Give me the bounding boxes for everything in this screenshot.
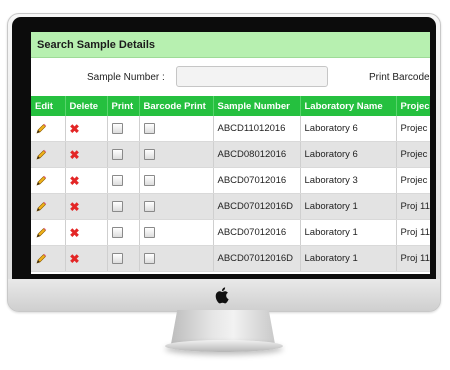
- delete-cell: ✖: [65, 167, 108, 194]
- edit-cell: [31, 141, 66, 168]
- print-cell: [107, 193, 140, 220]
- sample-number-cell: ABCD07012016D: [213, 193, 301, 220]
- barcode-print-checkbox[interactable]: [143, 226, 155, 238]
- barcode-print-checkbox[interactable]: [143, 174, 155, 186]
- monitor-frame: Search Sample Details Sample Number : Pr…: [7, 13, 441, 312]
- sample-number-label: Sample Number :: [87, 72, 165, 83]
- sample-number-cell: ABCD08012016: [213, 141, 301, 168]
- print-checkbox[interactable]: [111, 174, 123, 186]
- delete-cell: ✖: [65, 219, 108, 246]
- col-delete: Delete: [65, 96, 108, 116]
- print-checkbox[interactable]: [111, 252, 123, 264]
- barcode-print-cell: [139, 167, 214, 194]
- laboratory-name-cell: Laboratory 3: [300, 167, 397, 194]
- print-barcode-label: Print Barcode: [369, 72, 430, 83]
- print-checkbox[interactable]: [111, 148, 123, 160]
- col-project: Projec: [396, 96, 430, 116]
- panel-title: Search Sample Details: [31, 32, 430, 58]
- delete-x-icon[interactable]: ✖: [70, 226, 80, 240]
- print-cell: [107, 219, 140, 246]
- sample-number-cell: ABCD07012016D: [213, 245, 301, 272]
- edit-cell: [31, 116, 66, 142]
- laboratory-name-cell: Laboratory 1: [300, 193, 397, 220]
- barcode-print-checkbox[interactable]: [143, 200, 155, 212]
- sample-number-input[interactable]: [176, 66, 328, 87]
- col-barcode-print: Barcode Print: [139, 96, 214, 116]
- pencil-icon[interactable]: [35, 175, 47, 187]
- sample-number-cell: ABCD07012016: [213, 167, 301, 194]
- screen: Search Sample Details Sample Number : Pr…: [31, 32, 430, 274]
- monitor-bezel: Search Sample Details Sample Number : Pr…: [12, 17, 436, 279]
- sample-number-cell: ABCD11012016: [213, 116, 301, 142]
- pencil-icon[interactable]: [35, 227, 47, 239]
- delete-cell: ✖: [65, 193, 108, 220]
- delete-cell: ✖: [65, 141, 108, 168]
- col-laboratory-name: Laboratory Name: [300, 96, 397, 116]
- barcode-print-cell: [139, 141, 214, 168]
- pencil-icon[interactable]: [35, 123, 47, 135]
- samples-table: Edit Delete Print Barcode Print Sample N…: [31, 96, 430, 272]
- print-cell: [107, 141, 140, 168]
- barcode-print-cell: [139, 219, 214, 246]
- laboratory-name-cell: Laboratory 6: [300, 141, 397, 168]
- pencil-icon[interactable]: [35, 149, 47, 161]
- barcode-print-cell: [139, 245, 214, 272]
- apple-logo-icon: [215, 287, 229, 304]
- print-checkbox[interactable]: [111, 200, 123, 212]
- project-cell: Projec: [396, 167, 430, 194]
- delete-cell: ✖: [65, 245, 108, 272]
- barcode-print-checkbox[interactable]: [143, 148, 155, 160]
- pencil-icon[interactable]: [35, 201, 47, 213]
- project-cell: Projec: [396, 141, 430, 168]
- delete-x-icon[interactable]: ✖: [70, 148, 80, 162]
- monitor-base: [165, 340, 283, 352]
- print-cell: [107, 167, 140, 194]
- barcode-print-checkbox[interactable]: [143, 122, 155, 134]
- table-row: ✖ ABCD07012016D Laboratory 1 Proj 11: [31, 245, 430, 272]
- col-sample-number: Sample Number: [213, 96, 301, 116]
- barcode-print-cell: [139, 193, 214, 220]
- barcode-print-checkbox[interactable]: [143, 252, 155, 264]
- monitor-stand: [171, 310, 275, 344]
- table-row: ✖ ABCD07012016D Laboratory 1 Proj 11: [31, 193, 430, 220]
- project-cell: Proj 11: [396, 245, 430, 272]
- project-cell: Proj 11: [396, 193, 430, 220]
- delete-x-icon[interactable]: ✖: [70, 252, 80, 266]
- delete-cell: ✖: [65, 116, 108, 142]
- edit-cell: [31, 219, 66, 246]
- col-print: Print: [107, 96, 140, 116]
- delete-x-icon[interactable]: ✖: [70, 122, 80, 136]
- project-cell: Projec: [396, 116, 430, 142]
- table-row: ✖ ABCD07012016 Laboratory 1 Proj 11: [31, 219, 430, 246]
- print-cell: [107, 245, 140, 272]
- laboratory-name-cell: Laboratory 1: [300, 219, 397, 246]
- table-row: ✖ ABCD08012016 Laboratory 6 Projec: [31, 141, 430, 168]
- print-checkbox[interactable]: [111, 226, 123, 238]
- laboratory-name-cell: Laboratory 6: [300, 116, 397, 142]
- table-row: ✖ ABCD07012016 Laboratory 3 Projec: [31, 167, 430, 194]
- monitor-chin: [8, 279, 440, 311]
- pencil-icon[interactable]: [35, 253, 47, 265]
- print-checkbox[interactable]: [111, 122, 123, 134]
- project-cell: Proj 11: [396, 219, 430, 246]
- table-header-row: Edit Delete Print Barcode Print Sample N…: [31, 96, 430, 116]
- edit-cell: [31, 193, 66, 220]
- barcode-print-cell: [139, 116, 214, 142]
- print-cell: [107, 116, 140, 142]
- laboratory-name-cell: Laboratory 1: [300, 245, 397, 272]
- col-edit: Edit: [31, 96, 66, 116]
- edit-cell: [31, 245, 66, 272]
- search-row: Sample Number : Print Barcode: [31, 58, 430, 96]
- edit-cell: [31, 167, 66, 194]
- sample-number-cell: ABCD07012016: [213, 219, 301, 246]
- delete-x-icon[interactable]: ✖: [70, 200, 80, 214]
- table-row: ✖ ABCD11012016 Laboratory 6 Projec: [31, 116, 430, 142]
- delete-x-icon[interactable]: ✖: [70, 174, 80, 188]
